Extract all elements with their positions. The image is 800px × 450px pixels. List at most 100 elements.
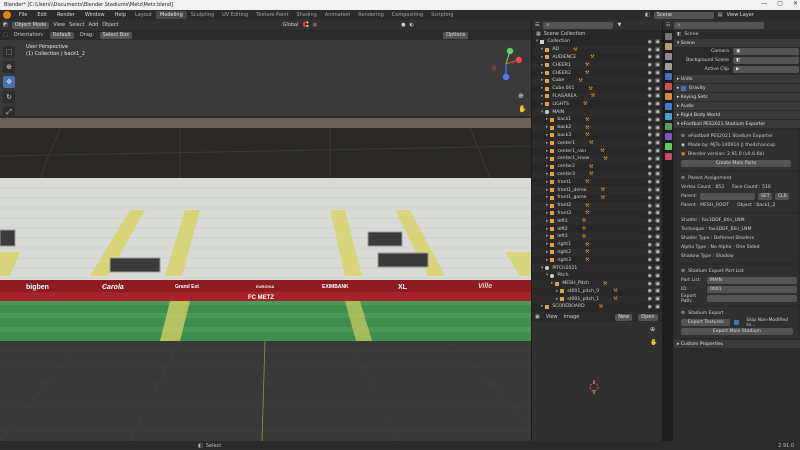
move-tool-icon[interactable]: ✥ <box>3 76 15 88</box>
custom-props-header[interactable]: ▸ Custom Properties <box>674 340 800 348</box>
clr-button[interactable]: CLR <box>775 193 790 200</box>
render-camera-icon[interactable]: ▣ <box>655 47 660 53</box>
drag-selector[interactable]: Select Box <box>99 31 133 39</box>
render-camera-icon[interactable]: ▣ <box>655 242 660 248</box>
visibility-eye-icon[interactable]: ◉ <box>648 132 652 138</box>
outliner-row[interactable]: ▸ center1_snow ⚒ ◉ ▣ <box>532 154 662 163</box>
constraints-tab-icon[interactable] <box>664 133 672 140</box>
render-camera-icon[interactable]: ▣ <box>655 140 660 146</box>
outliner-row[interactable]: ▸ front3 ⚒ ◉ ▣ <box>532 210 662 218</box>
visibility-eye-icon[interactable]: ◉ <box>648 109 652 115</box>
expand-arrow-icon[interactable]: ▸ <box>546 172 548 177</box>
render-camera-icon[interactable]: ▣ <box>655 273 660 279</box>
outliner-row[interactable]: ▾ Collection ◉ ▣ <box>532 38 662 46</box>
image-editor-icon[interactable]: ▣ <box>535 314 540 320</box>
visibility-eye-icon[interactable]: ◉ <box>648 148 652 154</box>
expand-arrow-icon[interactable]: ▸ <box>546 133 548 138</box>
outliner-row[interactable]: ▸ front2 ⚒ ◉ ▣ <box>532 201 662 210</box>
render-camera-icon[interactable]: ▣ <box>655 164 660 170</box>
id-field[interactable]: 0001 <box>707 286 797 293</box>
visibility-eye-icon[interactable]: ◉ <box>648 296 652 302</box>
outliner-search[interactable]: ⌕ <box>543 21 614 29</box>
outliner-row[interactable]: ▸ right1 ⚒ ◉ ▣ <box>532 241 662 249</box>
minimize-icon[interactable]: — <box>761 0 767 7</box>
visibility-eye-icon[interactable]: ◉ <box>648 218 652 224</box>
expand-arrow-icon[interactable]: ▸ <box>546 117 548 122</box>
audio-panel-header[interactable]: ▸ Audio <box>674 102 800 110</box>
outliner-row[interactable]: ▸ st001_pitch_1 ⚒ ◉ ▣ <box>532 295 662 304</box>
render-camera-icon[interactable]: ▣ <box>655 132 660 138</box>
outliner-row[interactable]: ▸ st001_pitch_0 ⚒ ◉ ▣ <box>532 288 662 296</box>
outliner-row[interactable]: ▸ LIGHTS ⚒ ◉ ▣ <box>532 100 662 108</box>
visibility-eye-icon[interactable]: ◉ <box>648 265 652 271</box>
scene-selector[interactable]: Scene <box>653 11 714 19</box>
visibility-eye-icon[interactable]: ◉ <box>648 70 652 76</box>
outliner-row[interactable]: ▾ Pitch ◉ ▣ <box>532 272 662 280</box>
physics-tab-icon[interactable] <box>664 123 672 130</box>
visibility-eye-icon[interactable]: ◉ <box>648 187 652 193</box>
expand-arrow-icon[interactable]: ▸ <box>541 304 543 309</box>
visibility-eye-icon[interactable]: ◉ <box>648 171 652 177</box>
view-layer-selector[interactable]: View Layer <box>726 12 753 18</box>
expand-arrow-icon[interactable]: ▸ <box>541 63 543 68</box>
outliner-row[interactable]: ▸ Cube.001 ⚒ ◉ ▣ <box>532 85 662 93</box>
select-tool-icon[interactable]: ⬚ <box>3 46 15 58</box>
outliner-row[interactable]: ▸ center3 ⚒ ◉ ▣ <box>532 170 662 179</box>
expand-arrow-icon[interactable]: ▸ <box>546 141 548 146</box>
close-icon[interactable]: ✕ <box>793 0 798 7</box>
outliner-row[interactable]: ▸ Cube ⚒ ◉ ▣ <box>532 76 662 85</box>
outliner-row[interactable]: ▸ front1 ⚒ ◉ ▣ <box>532 178 662 186</box>
outliner-row[interactable]: ▸ right2 ⚒ ◉ ▣ <box>532 248 662 257</box>
particles-tab-icon[interactable] <box>664 113 672 120</box>
rigid-panel-header[interactable]: ▸ Rigid Body World <box>674 111 800 119</box>
export-textures-button[interactable]: Export Textures <box>681 319 731 326</box>
bg-scene-field[interactable]: ◧ <box>733 57 799 64</box>
expand-arrow-icon[interactable]: ▸ <box>546 149 548 154</box>
expand-arrow-icon[interactable]: ▸ <box>546 211 548 216</box>
outliner-row[interactable]: ▸ left3 ⚒ ◉ ▣ <box>532 232 662 241</box>
orientation-selector[interactable]: Default <box>49 31 74 39</box>
image-menu-view[interactable]: View <box>546 314 558 320</box>
render-camera-icon[interactable]: ▣ <box>655 78 660 84</box>
expand-arrow-icon[interactable]: ▸ <box>541 86 543 91</box>
outliner-row[interactable]: ▾ PITCH2021 ◉ ▣ <box>532 264 662 272</box>
data-tab-icon[interactable] <box>664 143 672 150</box>
tab-layout[interactable]: Layout <box>131 11 156 19</box>
render-camera-icon[interactable]: ▣ <box>655 54 660 60</box>
expand-arrow-icon[interactable]: ▸ <box>546 234 548 239</box>
visibility-eye-icon[interactable]: ◉ <box>648 226 652 232</box>
visibility-eye-icon[interactable]: ◉ <box>648 195 652 201</box>
part-list-dropdown[interactable]: MAIN <box>707 277 797 284</box>
outliner-row[interactable]: ▸ CHEER1 ⚒ ◉ ▣ <box>532 61 662 70</box>
outliner-row[interactable]: ▸ back2 ⚒ ◉ ▣ <box>532 123 662 132</box>
render-tab-icon[interactable] <box>664 43 672 50</box>
tab-modeling[interactable]: Modeling <box>156 11 187 19</box>
menu-file[interactable]: File <box>14 12 32 18</box>
visibility-eye-icon[interactable]: ◉ <box>648 273 652 279</box>
render-camera-icon[interactable]: ▣ <box>655 93 660 99</box>
expand-arrow-icon[interactable]: ▾ <box>541 266 543 271</box>
zoom-icon[interactable]: ⊕ <box>518 92 527 100</box>
editor-type-icon[interactable]: ◩ <box>3 22 8 28</box>
outliner-row[interactable]: ▸ left1 ⚒ ◉ ▣ <box>532 217 662 226</box>
expand-arrow-icon[interactable]: ▸ <box>541 94 543 99</box>
viewport-menu-object[interactable]: Object <box>102 22 118 28</box>
render-camera-icon[interactable]: ▣ <box>655 125 660 131</box>
render-camera-icon[interactable]: ▣ <box>655 257 660 263</box>
material-tab-icon[interactable] <box>664 153 672 160</box>
shading-material-icon[interactable]: ◐ <box>409 22 413 28</box>
menu-window[interactable]: Window <box>80 12 110 18</box>
render-camera-icon[interactable]: ▣ <box>655 179 660 185</box>
image-menu-image[interactable]: Image <box>564 314 580 320</box>
outliner-row[interactable]: ▸ front1_game ⚒ ◉ ▣ <box>532 194 662 202</box>
render-camera-icon[interactable]: ▣ <box>655 265 660 271</box>
visibility-eye-icon[interactable]: ◉ <box>648 156 652 162</box>
render-camera-icon[interactable]: ▣ <box>655 156 660 162</box>
tab-rendering[interactable]: Rendering <box>354 11 388 19</box>
output-tab-icon[interactable] <box>664 53 672 60</box>
image-editor[interactable]: ▣ View Image New Open ⊕ ✋ <box>532 312 662 441</box>
world-tab-icon[interactable] <box>664 83 672 90</box>
render-camera-icon[interactable]: ▣ <box>655 203 660 209</box>
expand-arrow-icon[interactable]: ▸ <box>546 156 548 161</box>
visibility-eye-icon[interactable]: ◉ <box>648 78 652 84</box>
